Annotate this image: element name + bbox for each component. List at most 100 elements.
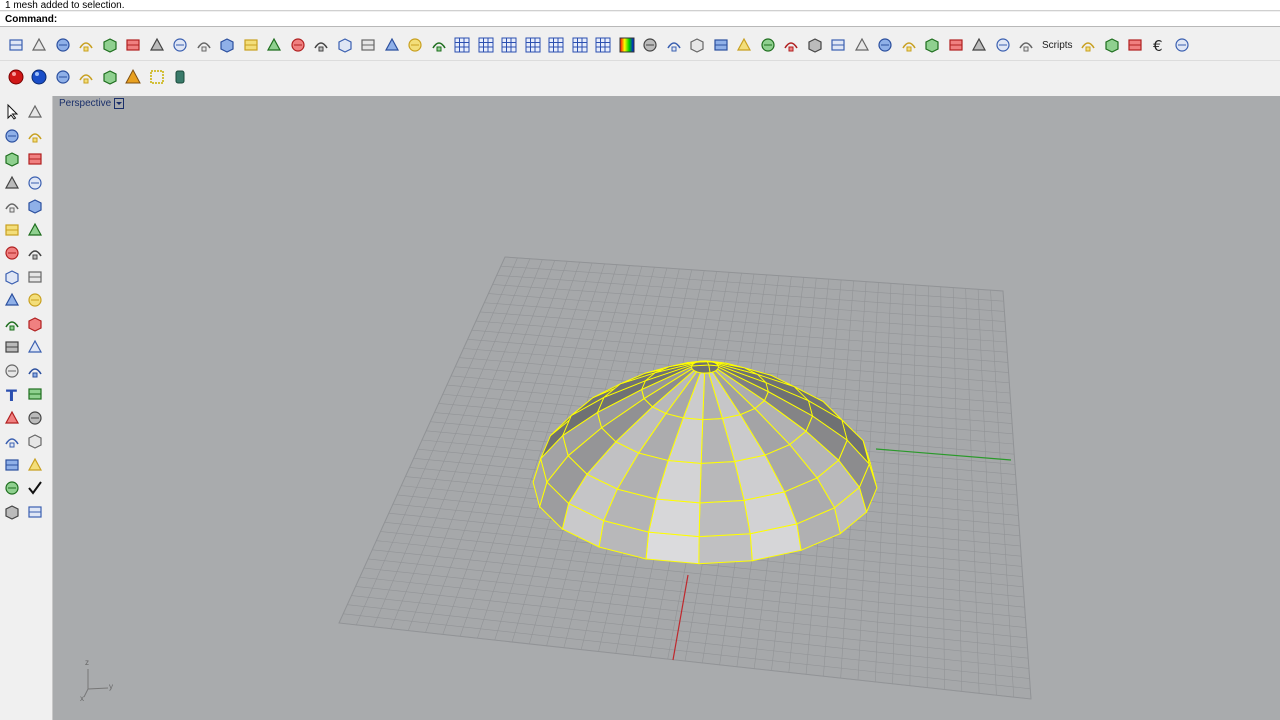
grid7-icon[interactable] <box>592 33 616 57</box>
curve-icon[interactable] <box>357 33 381 57</box>
bucket1-icon[interactable] <box>921 33 945 57</box>
frame-icon[interactable] <box>145 65 169 89</box>
viewport-dropdown-icon[interactable] <box>114 98 125 109</box>
color-icon[interactable] <box>639 33 663 57</box>
analyze-icon[interactable] <box>1 477 23 499</box>
perspective-viewport[interactable]: Perspective z y x <box>53 96 1280 720</box>
arc-icon[interactable] <box>1 195 23 217</box>
pin-icon[interactable] <box>897 33 921 57</box>
plane-icon[interactable] <box>1077 33 1101 57</box>
extract-icon[interactable] <box>803 33 827 57</box>
planar-icon[interactable] <box>24 266 46 288</box>
command-input[interactable] <box>57 14 966 25</box>
shield2-icon[interactable] <box>1015 33 1039 57</box>
viewport-title[interactable]: Perspective <box>59 98 125 109</box>
text-icon[interactable]: T <box>1 383 23 405</box>
checker-icon[interactable] <box>827 33 851 57</box>
select-arrow-icon[interactable] <box>1 101 23 123</box>
check-icon[interactable] <box>24 477 46 499</box>
bend-icon[interactable] <box>239 33 263 57</box>
bucket3-icon[interactable] <box>968 33 992 57</box>
sphere-icon[interactable] <box>24 242 46 264</box>
twist-icon[interactable] <box>216 33 240 57</box>
scale-icon[interactable] <box>24 407 46 429</box>
array-icon[interactable] <box>1 454 23 476</box>
undo-icon[interactable] <box>28 33 52 57</box>
blue-sphere-icon[interactable] <box>28 65 52 89</box>
rectangle-icon[interactable] <box>24 172 46 194</box>
ungroup-icon[interactable] <box>24 336 46 358</box>
grid-icon[interactable] <box>451 33 475 57</box>
cube-icon[interactable] <box>75 65 99 89</box>
grid6-icon[interactable] <box>568 33 592 57</box>
mesh-grid-icon[interactable] <box>24 430 46 452</box>
bucket2-icon[interactable] <box>944 33 968 57</box>
shaded-icon[interactable] <box>98 65 122 89</box>
dimension-icon[interactable] <box>24 383 46 405</box>
flip-icon[interactable] <box>850 33 874 57</box>
zoom-icon[interactable] <box>75 33 99 57</box>
crease-icon[interactable] <box>709 33 733 57</box>
cut-icon[interactable] <box>122 33 146 57</box>
scripts-button[interactable]: Scripts <box>1038 33 1077 57</box>
copy-icon[interactable] <box>310 33 334 57</box>
box-icon[interactable] <box>1 242 23 264</box>
boolean-icon[interactable] <box>192 33 216 57</box>
loft-icon[interactable] <box>24 219 46 241</box>
render-icon[interactable] <box>1124 33 1148 57</box>
polyline-icon[interactable] <box>24 125 46 147</box>
trim-icon[interactable] <box>1 313 23 335</box>
group-icon[interactable] <box>380 33 404 57</box>
mesh-icon[interactable] <box>427 33 451 57</box>
nurbs-icon[interactable] <box>662 33 686 57</box>
extrude-icon[interactable] <box>169 33 193 57</box>
layout-icon[interactable] <box>404 33 428 57</box>
move-icon[interactable] <box>333 33 357 57</box>
render-icon[interactable] <box>1 501 23 523</box>
material-icon[interactable] <box>24 501 46 523</box>
viewport-canvas[interactable] <box>53 96 1280 720</box>
cone-icon[interactable] <box>122 65 146 89</box>
fillet-icon[interactable] <box>98 33 122 57</box>
grid3-icon[interactable] <box>498 33 522 57</box>
cylinder-icon[interactable] <box>169 65 193 89</box>
select-all-icon[interactable] <box>4 33 28 57</box>
polygon-icon[interactable] <box>1 172 23 194</box>
group-icon[interactable] <box>1 336 23 358</box>
line-icon[interactable] <box>1 125 23 147</box>
gradient-icon[interactable] <box>615 33 639 57</box>
transform-icon[interactable] <box>1 407 23 429</box>
chamfer-icon[interactable] <box>24 360 46 382</box>
solid-icon[interactable] <box>1 266 23 288</box>
grid5-icon[interactable] <box>545 33 569 57</box>
join-icon[interactable] <box>24 289 46 311</box>
point-icon[interactable] <box>286 33 310 57</box>
plane-icon <box>1081 42 1095 52</box>
shell-icon[interactable] <box>145 33 169 57</box>
surface-icon[interactable] <box>1 219 23 241</box>
circle-icon[interactable] <box>1 148 23 170</box>
explode-icon[interactable] <box>1 289 23 311</box>
polygon-icon[interactable] <box>1171 33 1195 57</box>
grid2-icon[interactable] <box>474 33 498 57</box>
surface-icon[interactable] <box>1100 33 1124 57</box>
curve-icon[interactable] <box>24 195 46 217</box>
rebuild-icon[interactable] <box>51 33 75 57</box>
patch-icon[interactable] <box>686 33 710 57</box>
ellipse-icon[interactable] <box>24 148 46 170</box>
unweld-icon[interactable] <box>756 33 780 57</box>
shield-icon[interactable] <box>991 33 1015 57</box>
red-sphere-icon[interactable] <box>4 65 28 89</box>
split-icon[interactable] <box>24 313 46 335</box>
box-icon[interactable] <box>51 65 75 89</box>
align-icon[interactable] <box>24 454 46 476</box>
weld-icon[interactable] <box>733 33 757 57</box>
blend-icon[interactable] <box>874 33 898 57</box>
fillet-icon[interactable] <box>1 360 23 382</box>
flow-icon[interactable] <box>263 33 287 57</box>
reduce-icon[interactable] <box>780 33 804 57</box>
point-icon[interactable] <box>24 101 46 123</box>
euro-icon[interactable]: € <box>1147 33 1171 57</box>
grid4-icon[interactable] <box>521 33 545 57</box>
mesh-box-icon[interactable] <box>1 430 23 452</box>
